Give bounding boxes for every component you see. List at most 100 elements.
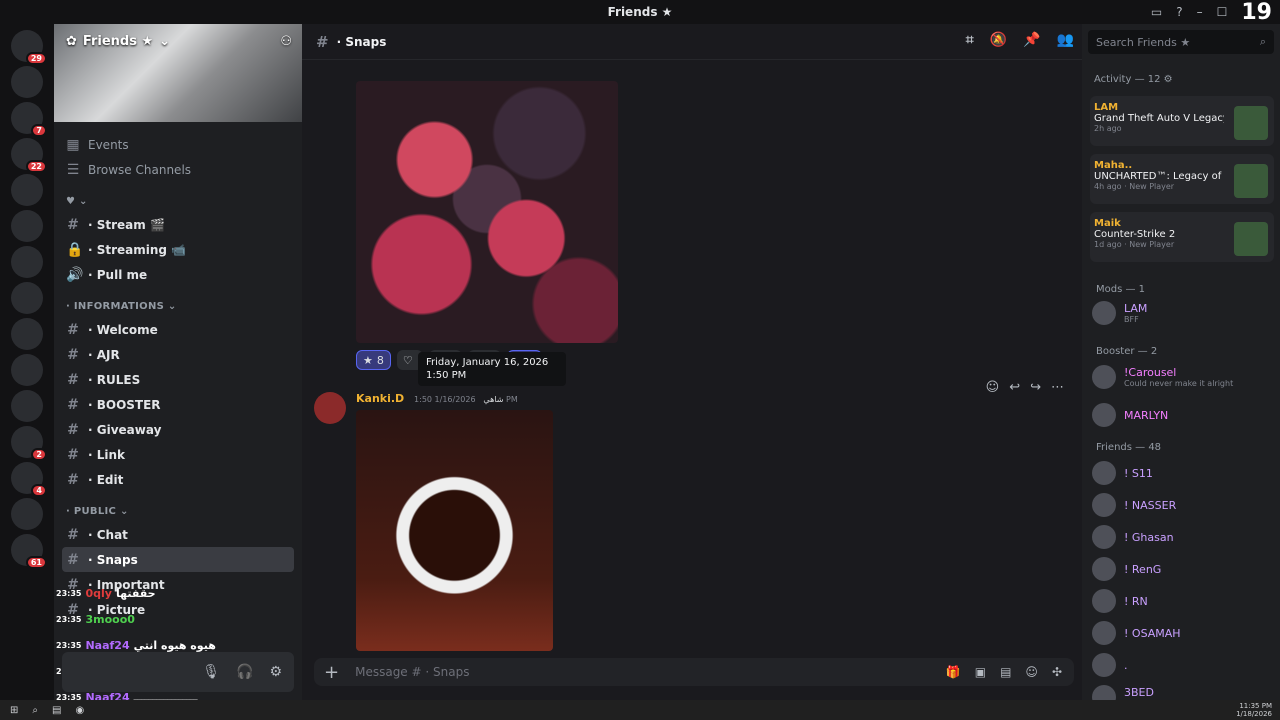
threads-icon[interactable]: ⌗ <box>966 32 974 48</box>
member-item[interactable]: ! RenG <box>1092 554 1272 584</box>
activity-game: Counter-Strike 2 <box>1094 229 1176 240</box>
react-icon[interactable]: ☺ <box>986 380 1000 395</box>
activity-card[interactable]: LAM Grand Theft Auto V Legacy 2h ago <box>1090 96 1274 146</box>
channel-item[interactable]: # · Edit <box>54 467 302 492</box>
message-author[interactable]: Kanki.D <box>356 392 404 405</box>
maximize-button[interactable]: ☐ <box>1217 5 1228 19</box>
avatar[interactable] <box>314 392 346 424</box>
channel-name: · AJR <box>88 347 120 362</box>
member-item[interactable]: ! NASSER <box>1092 490 1272 520</box>
member-item[interactable]: LAM BFF <box>1092 298 1272 328</box>
discord-icon[interactable]: ◉ <box>75 705 84 716</box>
windows-start-icon[interactable]: ⊞ <box>10 705 18 716</box>
booster-heading: Booster — 2 <box>1096 346 1158 357</box>
channel-pull-me[interactable]: 🔊 · Pull me <box>54 262 302 287</box>
gif-icon[interactable]: ▣ <box>975 665 986 679</box>
add-member-icon[interactable]: ⚇ <box>280 34 292 49</box>
message-timestamp: 1/16/2026 1:50 PM <box>414 395 518 404</box>
activity-game: UNCHARTED™: Legacy of T... <box>1094 171 1224 182</box>
overlay-user: Naaf24 <box>85 638 130 652</box>
server-icon[interactable] <box>11 282 43 314</box>
member-item[interactable]: ! OSAMAH <box>1092 618 1272 648</box>
reaction-pill[interactable]: ★ 8 <box>356 350 391 370</box>
member-item[interactable]: !Carousel Could never make it alright <box>1092 362 1272 392</box>
activity-card[interactable]: Maha..UNCHARTED™: Legacy of T...4h ago ·… <box>1090 154 1274 204</box>
activity-card[interactable]: Maik Counter-Strike 2 1d ago · New Player <box>1090 212 1274 262</box>
more-icon[interactable]: ⋯ <box>1051 380 1064 395</box>
apps-icon[interactable]: ✣ <box>1052 665 1062 679</box>
attachment-image-berries[interactable] <box>356 81 618 343</box>
server-icon[interactable]: 2 <box>11 426 47 461</box>
member-name: ! OSAMAH <box>1124 626 1181 640</box>
server-icon[interactable] <box>11 390 43 422</box>
server-icon[interactable] <box>11 174 43 206</box>
gift-icon[interactable]: 🎁 <box>946 665 961 679</box>
forward-icon[interactable]: ↪ <box>1030 380 1041 395</box>
channel-streaming[interactable]: 🔒 · Streaming 📹 <box>54 237 302 262</box>
members-icon[interactable]: 👥 <box>1057 32 1074 48</box>
server-icon[interactable] <box>11 498 43 530</box>
activity-heading: Activity — 12 ⚙ <box>1094 74 1173 85</box>
microphone-icon[interactable]: 🎙 <box>202 664 220 680</box>
message-composer[interactable]: + Message # · Snaps 🎁 ▣ ▤ ☺ ✣ <box>314 658 1074 686</box>
member-item[interactable]: ! RN <box>1092 586 1272 616</box>
server-icon[interactable]: 4 <box>11 462 47 497</box>
user-panel: 🎙 🎧 ⚙ <box>62 652 294 692</box>
reply-icon[interactable]: ↩ <box>1009 380 1020 395</box>
channel-stream[interactable]: # · Stream 🎬 <box>54 212 302 237</box>
title-bar: Friends ★ ▭ ? – ☐ 19 <box>0 0 1280 25</box>
channel-item[interactable]: # · Chat <box>54 522 302 547</box>
channel-item[interactable]: # · AJR <box>54 342 302 367</box>
inbox-icon[interactable]: ▭ <box>1151 5 1162 19</box>
category-public[interactable]: · PUBLIC ⌄ <box>54 500 302 522</box>
server-icon[interactable]: 22 <box>11 138 47 173</box>
member-item[interactable]: 3BEDSky <box>1092 682 1272 700</box>
composer-input[interactable]: Message # · Snaps <box>355 665 469 679</box>
events-item[interactable]: ▦ Events <box>54 132 302 157</box>
member-name: ! RenG <box>1124 562 1162 576</box>
server-icon[interactable] <box>11 210 43 242</box>
channel-item[interactable]: # · BOOSTER <box>54 392 302 417</box>
channel-item[interactable]: # · Snaps <box>62 547 294 572</box>
file-explorer-icon[interactable]: ▤ <box>52 705 61 716</box>
settings-icon[interactable]: ⚙ <box>269 664 282 680</box>
reaction-count: 8 <box>376 353 384 367</box>
browse-channels-item[interactable]: ☰ Browse Channels <box>54 157 302 182</box>
category-unnamed[interactable]: ♥ ⌄ <box>54 190 302 212</box>
emoji-icon[interactable]: ☺ <box>1025 665 1038 679</box>
sticker-icon[interactable]: ▤ <box>1000 665 1011 679</box>
server-icon[interactable] <box>11 318 43 350</box>
server-icon[interactable] <box>11 66 43 98</box>
member-item[interactable]: . <box>1092 650 1272 680</box>
server-icon[interactable]: 7 <box>11 102 47 137</box>
guild-name[interactable]: Friends ★ <box>83 34 153 49</box>
channel-name: · Edit <box>88 472 124 487</box>
minimize-button[interactable]: – <box>1197 5 1203 19</box>
member-name: ! Ghasan <box>1124 530 1174 544</box>
channel-item[interactable]: # · Link <box>54 442 302 467</box>
help-icon[interactable]: ? <box>1176 5 1182 19</box>
headphones-icon[interactable]: 🎧 <box>236 664 253 680</box>
channel-item[interactable]: # · Giveaway <box>54 417 302 442</box>
search-input[interactable]: Search Friends ★ ⌕ <box>1088 30 1274 54</box>
guild-banner: ✿ Friends ★ ⌄ ⚇ <box>54 24 302 122</box>
overlay-chat-line: 23:35 3mooo0 <box>54 606 294 632</box>
taskbar-search-icon[interactable]: ⌕ <box>32 705 38 716</box>
channel-item[interactable]: # · Welcome <box>54 317 302 342</box>
server-badge: 61 <box>25 556 47 569</box>
member-name: LAM <box>1124 302 1148 315</box>
attachment-image-coffee[interactable] <box>356 410 553 651</box>
member-item[interactable]: MARLYN <box>1092 400 1272 430</box>
add-attachment-icon[interactable]: + <box>324 662 339 683</box>
member-item[interactable]: ! Ghasan <box>1092 522 1272 552</box>
pin-icon[interactable]: 📌 <box>1023 32 1040 48</box>
mute-icon[interactable]: 🔕 <box>990 32 1007 48</box>
chevron-down-icon[interactable]: ⌄ <box>159 34 170 49</box>
category-informations[interactable]: · INFORMATIONS ⌄ <box>54 295 302 317</box>
server-icon[interactable] <box>11 354 43 386</box>
server-icon[interactable]: 29 <box>11 30 47 65</box>
server-icon[interactable]: 61 <box>11 534 47 569</box>
server-icon[interactable] <box>11 246 43 278</box>
member-item[interactable]: ! S11 <box>1092 458 1272 488</box>
channel-item[interactable]: # · RULES <box>54 367 302 392</box>
